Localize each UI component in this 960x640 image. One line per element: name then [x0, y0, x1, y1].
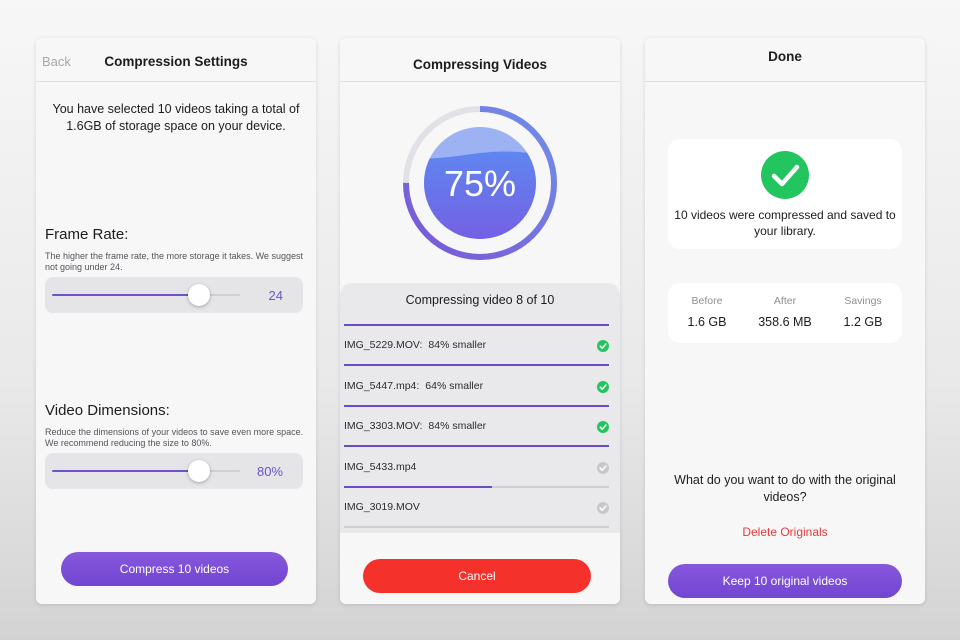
file-name-text: IMG_5433.mp4	[344, 460, 417, 473]
video-dimensions-slider-fill	[52, 470, 199, 472]
file-name-text: IMG_5229.MOV	[344, 339, 420, 351]
compress-videos-button[interactable]: Compress 10 videos	[61, 552, 288, 586]
frame-rate-slider[interactable]	[52, 294, 240, 296]
video-dimensions-heading: Video Dimensions:	[45, 402, 170, 419]
progress-status: Compressing video 8 of 10	[405, 293, 555, 307]
check-complete-icon	[597, 421, 609, 433]
check-pending-icon	[597, 502, 609, 514]
file-name: IMG_5447.mp4: 64% smaller	[344, 379, 484, 392]
frame-rate-slider-fill	[52, 294, 199, 296]
originals-question: What do you want to do with the original…	[674, 473, 896, 504]
delete-originals-link[interactable]: Delete Originals	[645, 525, 925, 539]
keep-originals-button[interactable]: Keep 10 original videos	[668, 564, 902, 598]
stat-after: After 358.6 MB	[746, 295, 824, 329]
stat-value: 1.6 GB	[687, 315, 727, 329]
video-dimensions-slider[interactable]	[52, 470, 240, 472]
file-progress-bar	[344, 526, 609, 528]
stats-card: Before 1.6 GB After 358.6 MB Savings 1.2…	[668, 283, 902, 343]
page-title: Done	[768, 49, 802, 64]
frame-rate-slider-thumb[interactable]	[187, 284, 210, 306]
file-row: IMG_3019.MOV	[340, 488, 620, 528]
file-name: IMG_3303.MOV: 84% smaller	[344, 420, 487, 432]
progress-ring: 75%	[403, 106, 557, 260]
stat-value: 1.2 GB	[843, 315, 883, 329]
file-name: IMG_3019.MOV	[344, 501, 420, 513]
file-result: 64% smaller	[425, 379, 484, 392]
file-row: IMG_3303.MOV: 84% smaller	[340, 407, 620, 447]
check-complete-icon	[597, 340, 609, 352]
video-dimensions-value: 80%	[256, 464, 283, 479]
success-card: 10 videos were compressed and saved to y…	[668, 139, 902, 249]
frame-rate-heading: Frame Rate:	[45, 226, 129, 243]
stat-before: Before 1.6 GB	[668, 295, 746, 329]
video-dimensions-slider-thumb[interactable]	[187, 460, 210, 482]
file-name-text: IMG_3019.MOV	[344, 501, 420, 513]
file-list: Compressing video 8 of 10 IMG_5229.MOV: 8…	[340, 283, 620, 533]
success-message: 10 videos were compressed and saved to y…	[674, 208, 896, 238]
selection-summary: You have selected 10 videos taking a tot…	[52, 102, 300, 133]
done-navbar: Done	[645, 38, 925, 82]
stat-value: 358.6 MB	[758, 315, 812, 329]
check-circle-icon	[761, 151, 809, 199]
frame-rate-description: The higher the frame rate, the more stor…	[45, 251, 303, 273]
file-row: IMG_5447.mp4: 64% smaller	[340, 367, 620, 407]
progress-navbar: Compressing Videos	[340, 38, 620, 82]
video-dimensions-slider-box: 80%	[45, 453, 303, 489]
file-row: IMG_5229.MOV: 84% smaller	[340, 326, 620, 366]
check-pending-icon	[597, 461, 609, 474]
video-dimensions-description: Reduce the dimensions of your videos to …	[45, 427, 304, 449]
page-title: Compression Settings	[104, 54, 248, 69]
page-title: Compressing Videos	[412, 57, 548, 72]
frame-rate-value: 24	[268, 288, 283, 303]
progress-percent: 75%	[444, 163, 516, 204]
stat-label: Savings	[844, 295, 882, 307]
cancel-button[interactable]: Cancel	[363, 559, 591, 593]
file-name-text: IMG_5447.mp4	[344, 379, 417, 392]
compressing-videos-screen: Compressing Videos 75% Compressing video…	[340, 38, 620, 604]
done-screen: Done 10 videos were compressed and saved…	[645, 38, 925, 604]
stat-label: Before	[691, 295, 723, 307]
stat-label: After	[773, 295, 797, 307]
stat-savings: Savings 1.2 GB	[824, 295, 902, 329]
file-name: IMG_5433.mp4	[344, 461, 416, 473]
file-name-text: IMG_3303.MOV	[344, 420, 420, 432]
compression-settings-screen: Back Compression Settings You have selec…	[36, 38, 316, 604]
file-result: 84% smaller	[428, 339, 487, 351]
frame-rate-slider-box: 24	[45, 277, 303, 313]
file-row: IMG_5433.mp4	[340, 448, 620, 488]
file-result: 84% smaller	[428, 420, 487, 432]
check-complete-icon	[597, 380, 609, 393]
settings-navbar: Back Compression Settings	[36, 38, 316, 82]
file-name: IMG_5229.MOV: 84% smaller	[344, 339, 487, 351]
